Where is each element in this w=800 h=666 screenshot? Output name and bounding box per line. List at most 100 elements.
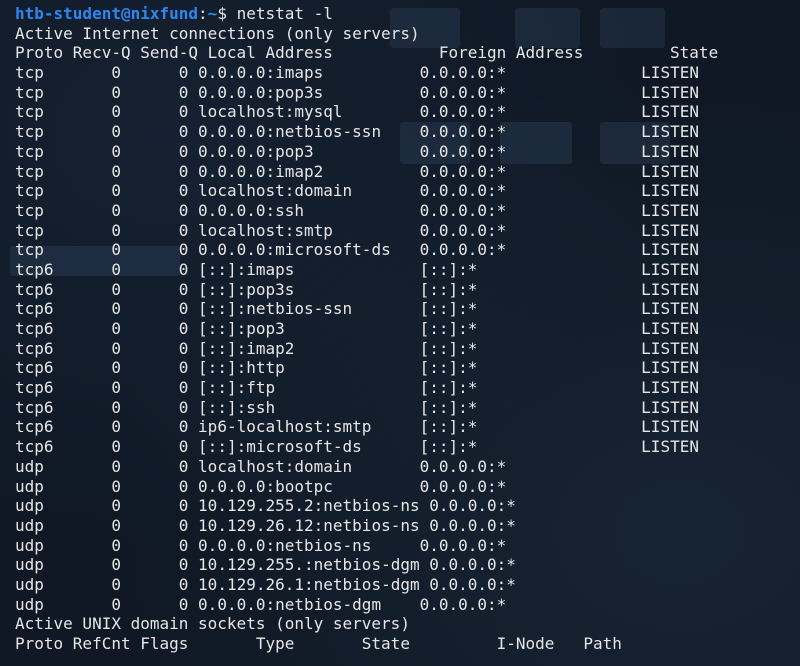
socket-row: udp 0 0 0.0.0.0:netbios-dgm 0.0.0.0:* xyxy=(15,595,718,615)
socket-foreign-address: 0.0.0.0:* xyxy=(419,122,642,142)
socket-row: udp 0 0 0.0.0.0:netbios-ns 0.0.0.0:* xyxy=(15,536,718,556)
socket-proto: udp xyxy=(15,594,64,614)
socket-foreign-address: 0.0.0.0:* xyxy=(429,555,651,575)
socket-recvq: 0 xyxy=(63,200,131,220)
socket-local-address: 0.0.0.0:ssh xyxy=(198,200,420,220)
socket-local-address: [::]:imap2 xyxy=(198,338,420,358)
socket-recvq: 0 xyxy=(63,417,131,437)
socket-proto: tcp6 xyxy=(15,378,64,398)
socket-state: LISTEN xyxy=(641,378,699,398)
socket-local-address: [::]:imaps xyxy=(198,259,420,279)
socket-proto: tcp6 xyxy=(15,358,64,378)
socket-sendq: 0 xyxy=(130,496,199,516)
socket-foreign-address: 0.0.0.0:* xyxy=(419,141,642,161)
socket-recvq: 0 xyxy=(63,82,131,102)
socket-row: udp 0 0 10.129.255.2:netbios-ns 0.0.0.0:… xyxy=(15,496,718,516)
socket-proto: udp xyxy=(15,515,64,535)
socket-foreign-address: 0.0.0.0:* xyxy=(419,102,642,122)
socket-foreign-address: [::]:* xyxy=(419,338,642,358)
socket-foreign-address: 0.0.0.0:* xyxy=(419,63,642,83)
socket-recvq: 0 xyxy=(63,279,131,299)
unix-section-header: Active UNIX domain sockets (only servers… xyxy=(15,614,410,634)
prompt-path: ~ xyxy=(207,4,218,23)
terminal-window[interactable]: htb-student@nixfund:~$ netstat -l Active … xyxy=(0,0,800,666)
socket-recvq: 0 xyxy=(63,319,131,338)
socket-state: LISTEN xyxy=(641,141,699,161)
socket-recvq: 0 xyxy=(63,181,131,201)
socket-row: tcp 0 0 localhost:mysql 0.0.0.0:* LISTEN xyxy=(15,102,718,122)
socket-row: udp 0 0 0.0.0.0:bootpc 0.0.0.0:* xyxy=(15,477,718,497)
socket-proto: tcp6 xyxy=(15,338,64,358)
socket-recvq: 0 xyxy=(63,535,131,555)
socket-row: udp 0 0 10.129.26.1:netbios-dgm 0.0.0.0:… xyxy=(15,575,718,595)
socket-sendq: 0 xyxy=(130,555,199,575)
socket-state: LISTEN xyxy=(641,397,699,417)
socket-local-address: 0.0.0.0:imaps xyxy=(198,63,420,83)
socket-foreign-address: 0.0.0.0:* xyxy=(419,535,642,555)
socket-state: LISTEN xyxy=(641,259,699,279)
socket-local-address: ip6-localhost:smtp xyxy=(198,417,420,437)
socket-foreign-address: 0.0.0.0:* xyxy=(419,240,642,260)
socket-local-address: 10.129.26.1:netbios-dgm xyxy=(198,574,430,594)
socket-sendq: 0 xyxy=(130,122,199,142)
prompt-symbol: $ xyxy=(217,4,227,23)
socket-row: tcp 0 0 localhost:domain 0.0.0.0:* LISTE… xyxy=(15,181,718,201)
socket-foreign-address: 0.0.0.0:* xyxy=(419,456,642,476)
socket-proto: tcp xyxy=(15,122,64,142)
socket-state: LISTEN xyxy=(641,200,699,220)
socket-sendq: 0 xyxy=(130,574,199,594)
socket-recvq: 0 xyxy=(63,102,131,122)
socket-local-address: 10.129.26.12:netbios-ns xyxy=(198,515,430,535)
socket-local-address: 0.0.0.0:imap2 xyxy=(198,161,420,181)
socket-recvq: 0 xyxy=(63,259,131,279)
socket-recvq: 0 xyxy=(63,338,131,358)
socket-sendq: 0 xyxy=(130,279,199,299)
socket-proto: tcp xyxy=(15,141,64,161)
socket-recvq: 0 xyxy=(63,476,131,496)
socket-foreign-address: [::]:* xyxy=(419,259,642,279)
socket-local-address: 0.0.0.0:netbios-ns xyxy=(198,535,420,555)
socket-row: tcp 0 0 0.0.0.0:pop3s 0.0.0.0:* LISTEN xyxy=(15,83,718,103)
socket-foreign-address: [::]:* xyxy=(419,299,642,319)
socket-row: udp 0 0 localhost:domain 0.0.0.0:* xyxy=(15,457,718,477)
socket-foreign-address: 0.0.0.0:* xyxy=(419,476,642,496)
socket-local-address: [::]:pop3 xyxy=(198,319,420,338)
socket-foreign-address: [::]:* xyxy=(419,397,642,417)
socket-recvq: 0 xyxy=(63,122,131,142)
socket-row: udp 0 0 10.129.26.12:netbios-ns 0.0.0.0:… xyxy=(15,516,718,536)
socket-proto: tcp xyxy=(15,161,64,181)
socket-proto: tcp xyxy=(15,102,64,122)
socket-sendq: 0 xyxy=(130,594,199,614)
socket-local-address: [::]:microsoft-ds xyxy=(198,437,420,457)
socket-recvq: 0 xyxy=(63,456,131,476)
socket-proto: tcp xyxy=(15,82,64,102)
socket-foreign-address: 0.0.0.0:* xyxy=(419,200,642,220)
socket-foreign-address: 0.0.0.0:* xyxy=(419,220,642,240)
socket-recvq: 0 xyxy=(63,496,131,516)
socket-sendq: 0 xyxy=(130,82,199,102)
socket-state: LISTEN xyxy=(641,240,699,260)
socket-row: tcp6 0 0 [::]:imap2 [::]:* LISTEN xyxy=(15,339,718,359)
socket-local-address: 10.129.255.:netbios-dgm xyxy=(198,555,430,575)
socket-proto: tcp xyxy=(15,240,64,260)
socket-sendq: 0 xyxy=(130,397,199,417)
socket-local-address: 0.0.0.0:pop3s xyxy=(198,82,420,102)
unix-column-headers: Proto RefCnt Flags Type State I-Node Pat… xyxy=(15,634,622,653)
socket-sendq: 0 xyxy=(130,417,199,437)
socket-local-address: [::]:ftp xyxy=(198,378,420,398)
prompt-line[interactable]: htb-student@nixfund:~$ netstat -l xyxy=(15,4,718,24)
socket-recvq: 0 xyxy=(63,574,131,594)
socket-recvq: 0 xyxy=(63,358,131,378)
socket-foreign-address: [::]:* xyxy=(419,279,642,299)
socket-foreign-address: 0.0.0.0:* xyxy=(419,594,642,614)
socket-sendq: 0 xyxy=(130,358,199,378)
socket-foreign-address: 0.0.0.0:* xyxy=(419,82,642,102)
socket-sendq: 0 xyxy=(130,456,199,476)
socket-local-address: [::]:ssh xyxy=(198,397,420,417)
socket-proto: tcp6 xyxy=(15,259,64,279)
socket-proto: tcp xyxy=(15,63,64,83)
socket-local-address: localhost:smtp xyxy=(198,220,420,240)
socket-row: tcp 0 0 0.0.0.0:pop3 0.0.0.0:* LISTEN xyxy=(15,142,718,162)
socket-recvq: 0 xyxy=(63,515,131,535)
socket-sendq: 0 xyxy=(130,378,199,398)
